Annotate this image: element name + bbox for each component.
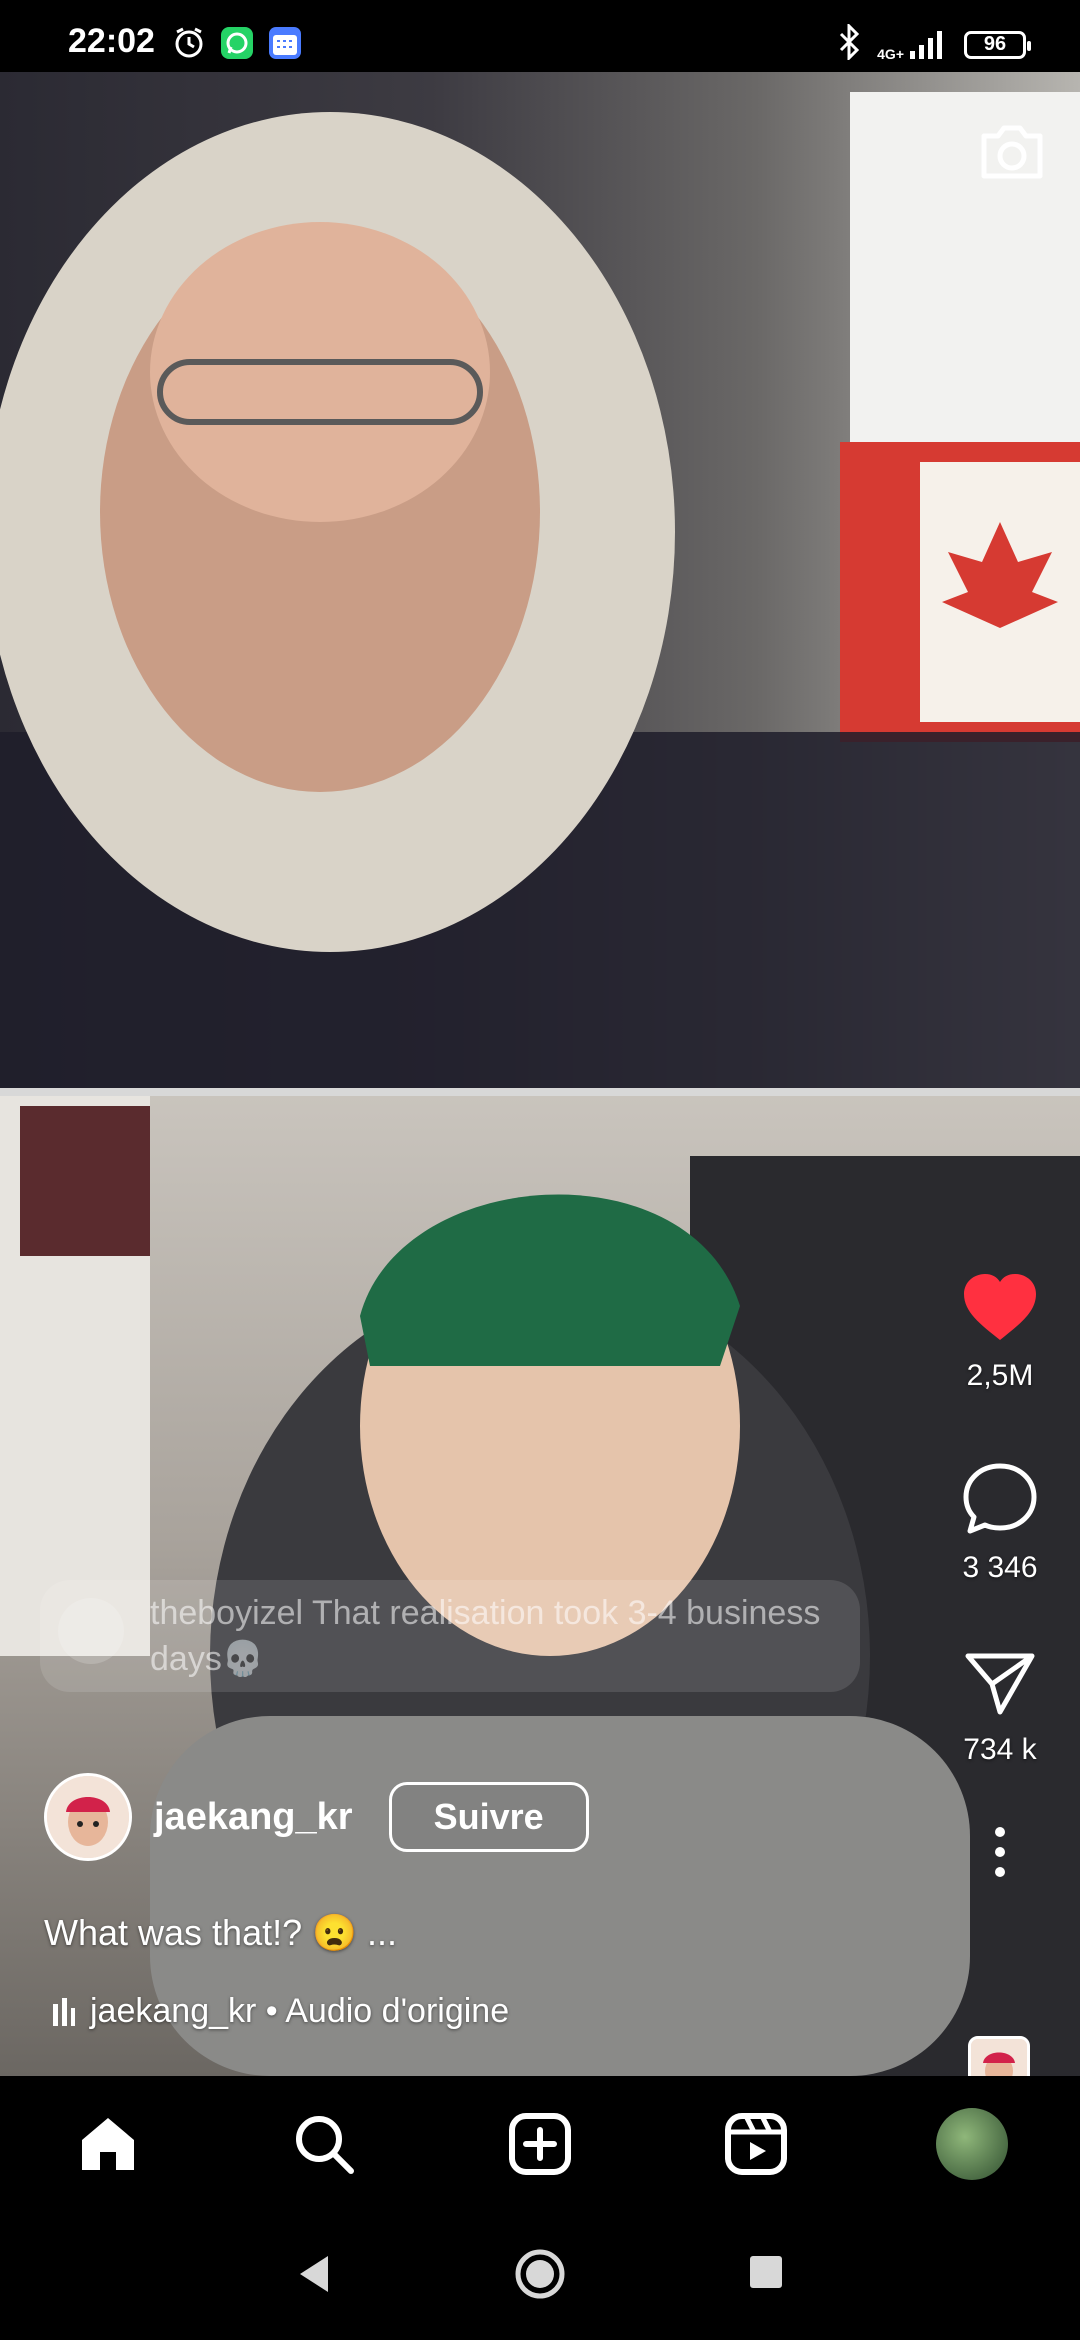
comment-user: theboyizel (150, 1594, 304, 1632)
status-time: 22:02 (68, 22, 155, 60)
comment-avatar (58, 1598, 124, 1664)
calendar-icon (268, 26, 302, 65)
battery-icon: 96 (964, 30, 1031, 59)
share-action[interactable]: 734 k (920, 1648, 1080, 1767)
nav-profile[interactable] (936, 2108, 1008, 2180)
alarm-icon (172, 26, 206, 65)
network-label: 4G+ (877, 45, 904, 62)
status-icons-left (172, 26, 302, 65)
camera-button[interactable] (974, 114, 1050, 190)
like-count: 2,5M (966, 1359, 1034, 1392)
back-icon (300, 2256, 328, 2292)
status-icons-right: 4G+ 96 (837, 22, 1031, 65)
author-row: jaekang_kr Suivre (44, 1772, 589, 1862)
reels-icon (725, 2113, 787, 2175)
recents-icon (750, 2256, 782, 2288)
audio-label: jaekang_kr • Audio d'origine (90, 1992, 510, 2030)
bottom-nav (0, 2076, 1080, 2216)
home-circle-icon (515, 2249, 565, 2299)
profile-avatar (936, 2108, 1008, 2180)
audio-thumbnail[interactable] (968, 2036, 1030, 2076)
video-top-scene (0, 92, 1080, 1088)
nav-create[interactable] (504, 2108, 576, 2180)
search-icon (296, 2116, 354, 2174)
camera-icon (981, 125, 1043, 179)
video-top-pane (0, 72, 1080, 1088)
comment-text: theboyizel That realisation took 3-4 bus… (150, 1590, 840, 1682)
battery-level: 96 (983, 33, 1007, 55)
follow-button[interactable]: Suivre (388, 1782, 589, 1852)
back-button[interactable] (294, 2252, 334, 2301)
split-divider (0, 1088, 1080, 1096)
avatar-illustration (47, 1776, 129, 1858)
comment-count: 3 346 (962, 1551, 1038, 1584)
author-username[interactable]: jaekang_kr (154, 1796, 353, 1839)
comment-icon[interactable] (960, 1460, 1040, 1536)
whatsapp-icon (220, 26, 254, 65)
heart-icon[interactable] (960, 1272, 1040, 1344)
nav-home[interactable] (72, 2108, 144, 2180)
home-button[interactable] (512, 2246, 568, 2307)
more-vertical-icon[interactable] (990, 1822, 1010, 1882)
home-icon (82, 2118, 134, 2170)
nav-reels[interactable] (720, 2108, 792, 2180)
reel-video[interactable]: theboyizel That realisation took 3-4 bus… (0, 72, 1080, 2076)
comment-action[interactable]: 3 346 (920, 1460, 1080, 1585)
nav-search[interactable] (288, 2108, 360, 2180)
author-avatar[interactable] (44, 1773, 132, 1861)
bluetooth-icon (837, 22, 861, 65)
more-options[interactable] (920, 1822, 1080, 1887)
share-count: 734 k (963, 1733, 1037, 1766)
audio-row[interactable]: jaekang_kr • Audio d'origine (52, 1992, 509, 2031)
audio-bars-icon (53, 1997, 75, 2026)
like-action[interactable]: 2,5M (920, 1272, 1080, 1393)
system-nav (0, 2216, 1080, 2340)
status-bar: 22:02 4G+ 96 (0, 0, 1080, 72)
create-icon (509, 2113, 571, 2175)
recents-button[interactable] (748, 2254, 784, 2295)
audio-thumbnail-image (971, 2039, 1027, 2076)
signal-icon: 4G+ (877, 29, 948, 61)
send-icon[interactable] (962, 1648, 1038, 1718)
caption-text[interactable]: What was that!? 😦 ... (44, 1912, 397, 1954)
comment-preview[interactable]: theboyizel That realisation took 3-4 bus… (40, 1580, 860, 1692)
